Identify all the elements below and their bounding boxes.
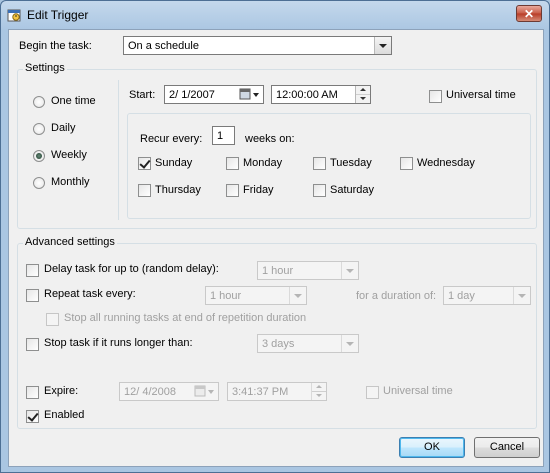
edit-trigger-window: Edit Trigger ✕ Begin the task: On a sche… [0,0,550,473]
day-wednesday-checkbox[interactable] [400,157,413,170]
day-friday-label[interactable]: Friday [243,184,274,196]
day-thursday-label[interactable]: Thursday [155,184,201,196]
stop-running-label: Stop all running tasks at end of repetit… [64,312,307,324]
spin-down-icon[interactable] [356,95,370,103]
expire-date-picker[interactable]: 12/ 4/2008 [119,382,219,401]
repeat-task-label[interactable]: Repeat task every: [44,288,136,300]
stop-longer-combo[interactable]: 3 days [257,334,359,353]
radio-monthly-label[interactable]: Monthly [51,176,90,188]
enabled-checkbox[interactable] [26,410,39,423]
calendar-dropdown-icon[interactable] [194,385,216,398]
close-icon: ✕ [523,7,535,21]
advanced-group-title: Advanced settings [23,236,117,248]
start-time-field[interactable]: 12:00:00 AM [271,85,371,104]
start-time-value: 12:00:00 AM [276,89,338,101]
stop-running-checkbox[interactable] [46,313,59,326]
radio-daily[interactable] [33,123,45,135]
expire-date-value: 12/ 4/2008 [124,386,176,398]
chevron-down-icon[interactable] [513,287,530,304]
spin-up-icon[interactable] [356,86,370,95]
window-title: Edit Trigger [27,8,89,22]
expire-time-spinner[interactable] [311,383,326,400]
radio-monthly[interactable] [33,177,45,189]
begin-task-combo[interactable]: On a schedule [123,36,392,55]
expire-universal-checkbox[interactable] [366,386,379,399]
repeat-task-checkbox[interactable] [26,289,39,302]
chevron-down-icon[interactable] [289,287,306,304]
delay-task-label[interactable]: Delay task for up to (random delay): [44,263,219,275]
radio-weekly-label[interactable]: Weekly [51,149,87,161]
start-date-value: 2/ 1/2007 [169,89,215,101]
day-wednesday-label[interactable]: Wednesday [417,157,475,169]
radio-one-time-label[interactable]: One time [51,95,96,107]
duration-combo[interactable]: 1 day [443,286,531,305]
chevron-down-icon[interactable] [341,335,358,352]
delay-combo[interactable]: 1 hour [257,261,359,280]
ok-button[interactable]: OK [399,437,465,458]
expire-checkbox[interactable] [26,386,39,399]
spin-down-icon[interactable] [312,392,326,400]
expire-universal-label: Universal time [383,385,453,397]
settings-divider [118,80,119,220]
expire-time-field[interactable]: 3:41:37 PM [227,382,327,401]
dialog-body: Begin the task: On a schedule Settings O… [8,29,544,467]
recur-every-label: Recur every: [140,133,203,145]
repeat-interval-combo[interactable]: 1 hour [205,286,307,305]
radio-weekly[interactable] [33,150,45,162]
calendar-dropdown-icon[interactable] [239,88,261,101]
day-monday-checkbox[interactable] [226,157,239,170]
recur-weeks-value: 1 [217,130,224,142]
day-thursday-checkbox[interactable] [138,184,151,197]
universal-time-checkbox[interactable] [429,90,442,103]
begin-task-value: On a schedule [128,40,199,52]
day-tuesday-label[interactable]: Tuesday [330,157,372,169]
day-monday-label[interactable]: Monday [243,157,282,169]
enabled-label[interactable]: Enabled [44,409,84,421]
universal-time-label[interactable]: Universal time [446,89,516,101]
day-saturday-checkbox[interactable] [313,184,326,197]
recur-weeks-input[interactable]: 1 [212,126,235,145]
stop-longer-label[interactable]: Stop task if it runs longer than: [44,337,193,349]
duration-value: 1 day [448,290,475,302]
stop-longer-checkbox[interactable] [26,338,39,351]
day-saturday-label[interactable]: Saturday [330,184,374,196]
begin-task-label: Begin the task: [19,40,92,52]
start-label: Start: [129,89,156,101]
cancel-button[interactable]: Cancel [474,437,540,458]
title-bar[interactable]: Edit Trigger ✕ [1,1,549,29]
spin-up-icon[interactable] [312,383,326,392]
repeat-interval-value: 1 hour [210,290,242,302]
day-friday-checkbox[interactable] [226,184,239,197]
day-tuesday-checkbox[interactable] [313,157,326,170]
stop-longer-value: 3 days [262,338,295,350]
day-sunday-label[interactable]: Sunday [155,157,192,169]
expire-label[interactable]: Expire: [44,385,78,397]
task-scheduler-icon [7,9,21,22]
chevron-down-icon[interactable] [341,262,358,279]
settings-group-title: Settings [23,62,67,74]
radio-daily-label[interactable]: Daily [51,122,75,134]
start-date-picker[interactable]: 2/ 1/2007 [164,85,264,104]
chevron-down-icon[interactable] [374,37,391,54]
weeks-on-label: weeks on: [245,133,295,145]
start-time-spinner[interactable] [355,86,370,103]
delay-value: 1 hour [262,265,294,277]
expire-time-value: 3:41:37 PM [232,386,289,398]
duration-label: for a duration of: [356,290,437,302]
delay-task-checkbox[interactable] [26,264,39,277]
day-sunday-checkbox[interactable] [138,157,151,170]
close-button[interactable]: ✕ [516,5,542,22]
radio-one-time[interactable] [33,96,45,108]
